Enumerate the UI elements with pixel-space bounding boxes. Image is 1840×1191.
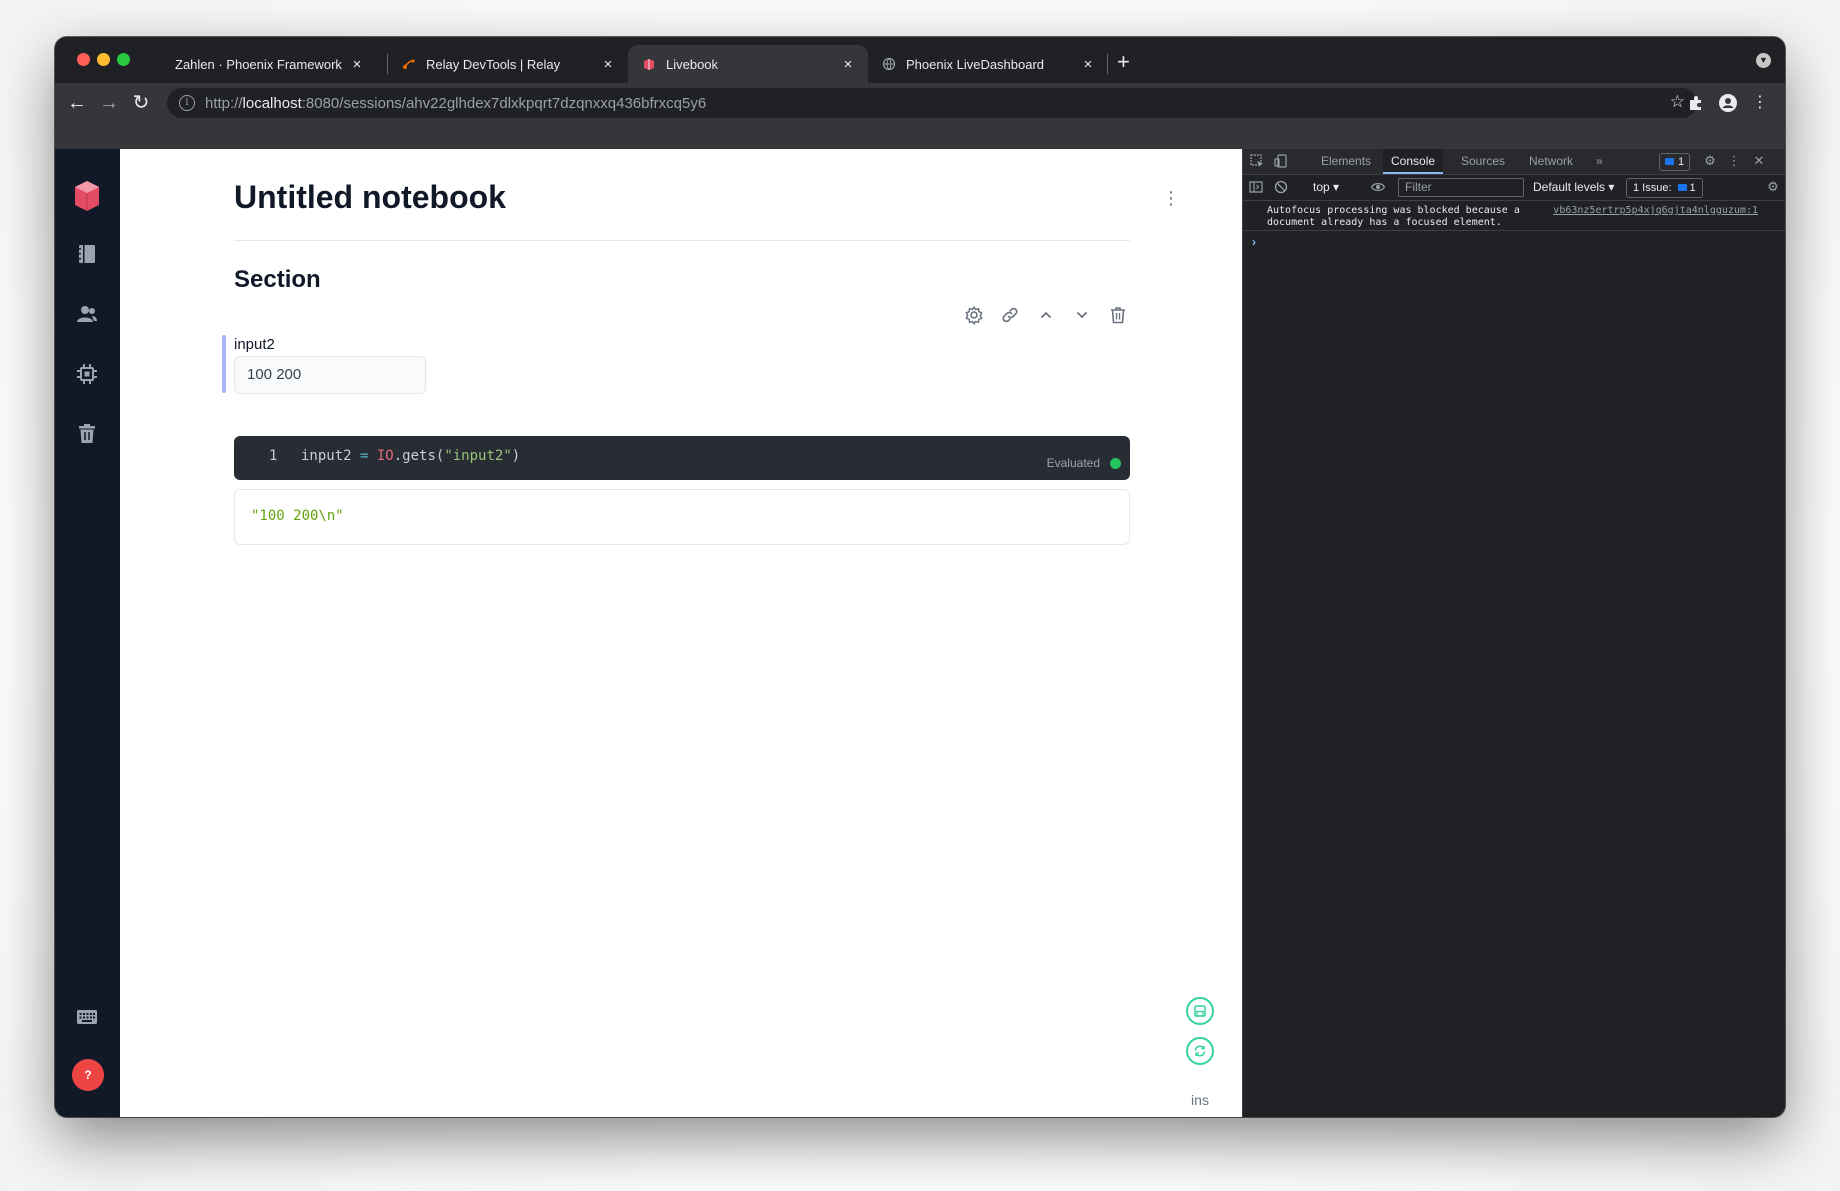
section-title[interactable]: Section [234,266,321,294]
clear-console-icon[interactable] [1273,179,1289,195]
delete-cell-trash-icon[interactable] [1107,304,1129,326]
bookmark-star-icon[interactable]: ☆ [1670,92,1685,112]
tab-close-icon[interactable]: × [840,56,856,73]
console-toolbar: top ▾ Filter Default levels ▾ 1 Issue: 1 … [1243,175,1785,201]
devtools-close-icon[interactable]: ✕ [1751,153,1767,169]
browser-menu-icon[interactable]: ⋮ [1749,92,1771,114]
cell-settings-gear-icon[interactable] [963,304,985,326]
no-favicon-icon [151,57,165,71]
cell-link-icon[interactable] [999,304,1021,326]
save-notebook-button[interactable] [1186,997,1214,1025]
messages-badge[interactable]: 1 [1659,153,1691,171]
input-cell-label: input2 [234,336,275,353]
reload-icon[interactable]: ↻ [129,91,153,115]
console-filter-input[interactable]: Filter [1398,178,1524,197]
runtime-sync-button[interactable] [1186,1037,1214,1065]
browser-window: Zahlen · Phoenix Framework × Relay DevTo… [55,37,1785,1117]
tab-close-icon[interactable]: × [349,56,365,73]
notebook-main: Untitled notebook ⋮ Section input2 100 2… [120,149,1242,1117]
livebook-favicon-icon [642,57,656,71]
browser-tab-relay[interactable]: Relay DevTools | Relay × [388,45,628,83]
output-text: "100 200\n" [251,508,344,524]
page-content: ? Untitled notebook ⋮ Section input2 100… [55,149,1785,1117]
execution-context-select[interactable]: top ▾ [1313,180,1339,194]
notebook-icon[interactable] [75,242,99,266]
editor-mode-indicator: ins [1191,1092,1209,1108]
window-close-button[interactable] [77,53,90,66]
code-cell-editor[interactable]: 1 input2 = IO.gets("input2") Evaluated [234,436,1130,480]
window-minimize-button[interactable] [97,53,110,66]
devtools-tab-sources[interactable]: Sources [1453,149,1513,174]
devtools-tab-console[interactable]: Console [1383,149,1444,174]
livebook-sidebar: ? [55,149,120,1117]
console-settings-gear-icon[interactable]: ⚙ [1765,179,1781,195]
tab-strip: Zahlen · Phoenix Framework × Relay DevTo… [55,37,1785,83]
cell-output: "100 200\n" [234,489,1130,545]
relay-favicon-icon [402,57,416,71]
log-levels-select[interactable]: Default levels ▾ [1533,180,1614,194]
tab-title: Relay DevTools | Relay [426,56,561,72]
devtools-settings-gear-icon[interactable]: ⚙ [1702,153,1718,169]
livebook-logo-icon[interactable] [72,179,102,213]
back-arrow-icon[interactable]: ← [65,91,89,115]
tab-close-icon[interactable]: × [1080,56,1096,73]
info-icon[interactable]: i [179,95,195,111]
profile-avatar-icon[interactable] [1717,92,1739,114]
notebook-menu-icon[interactable]: ⋮ [1162,189,1180,207]
globe-favicon-icon [882,57,896,71]
devtools-tab-elements[interactable]: Elements [1313,149,1379,174]
move-cell-up-chevron-icon[interactable] [1035,304,1057,326]
devtools-tab-bar: Elements Console Sources Network » 1 ⚙ ⋮… [1243,149,1785,175]
url-text: http://localhost:8080/sessions/ahv22glhd… [205,94,707,112]
code-line-number: 1 [269,448,278,464]
runtime-chip-icon[interactable] [75,362,99,386]
move-cell-down-chevron-icon[interactable] [1071,304,1093,326]
device-toolbar-icon[interactable] [1273,153,1289,169]
devtools-menu-icon[interactable]: ⋮ [1726,153,1742,169]
console-prompt[interactable]: › [1252,235,1256,249]
console-sidebar-icon[interactable] [1248,179,1264,195]
live-expression-eye-icon[interactable] [1370,179,1386,195]
bookmark-bar [55,123,1785,149]
keyboard-shortcuts-icon[interactable] [75,1005,99,1029]
console-message-source-link[interactable]: vb63nz5ertrp5p4xjq6gjta4nlgguzum:1 [1553,205,1758,216]
console-message-text: Autofocus processing was blocked because… [1267,205,1520,228]
inspect-element-icon[interactable] [1249,153,1265,169]
input2-field[interactable]: 100 200 [234,356,426,394]
users-icon[interactable] [75,302,99,326]
devtools-more-tabs[interactable]: » [1588,149,1611,174]
evaluation-status: Evaluated [1046,456,1100,470]
address-bar[interactable]: i http://localhost:8080/sessions/ahv22gl… [167,88,1697,118]
issues-badge[interactable]: 1 Issue: 1 [1626,178,1703,198]
title-divider [234,240,1130,241]
evaluated-status-dot [1110,458,1121,469]
code-line[interactable]: input2 = IO.gets("input2") [301,448,520,464]
tab-search-icon[interactable]: ▼ [1756,53,1771,68]
tab-title: Livebook [666,56,719,72]
notebook-title[interactable]: Untitled notebook [234,179,506,216]
forward-arrow-icon[interactable]: → [97,91,121,115]
browser-tab-zahlen[interactable]: Zahlen · Phoenix Framework × [137,45,377,83]
new-tab-button[interactable]: + [1117,49,1130,75]
devtools-panel: Elements Console Sources Network » 1 ⚙ ⋮… [1242,149,1785,1117]
browser-tab-livebook[interactable]: Livebook × [628,45,868,83]
console-message: Autofocus processing was blocked because… [1243,201,1785,231]
tab-close-icon[interactable]: × [600,56,616,73]
browser-toolbar: ← → ↻ i http://localhost:8080/sessions/a… [55,83,1785,123]
cell-actions [963,304,1129,326]
window-zoom-button[interactable] [117,53,130,66]
browser-tab-livedashboard[interactable]: Phoenix LiveDashboard × [868,45,1108,83]
focused-cell-indicator [222,335,226,393]
tab-title: Phoenix LiveDashboard [906,56,1045,72]
tab-separator [1107,54,1108,74]
extensions-puzzle-icon[interactable] [1685,92,1707,114]
help-button[interactable]: ? [72,1059,104,1091]
tab-title: Zahlen · Phoenix Framework [175,56,342,72]
trash-bin-icon[interactable] [75,422,99,446]
devtools-tab-network[interactable]: Network [1521,149,1581,174]
